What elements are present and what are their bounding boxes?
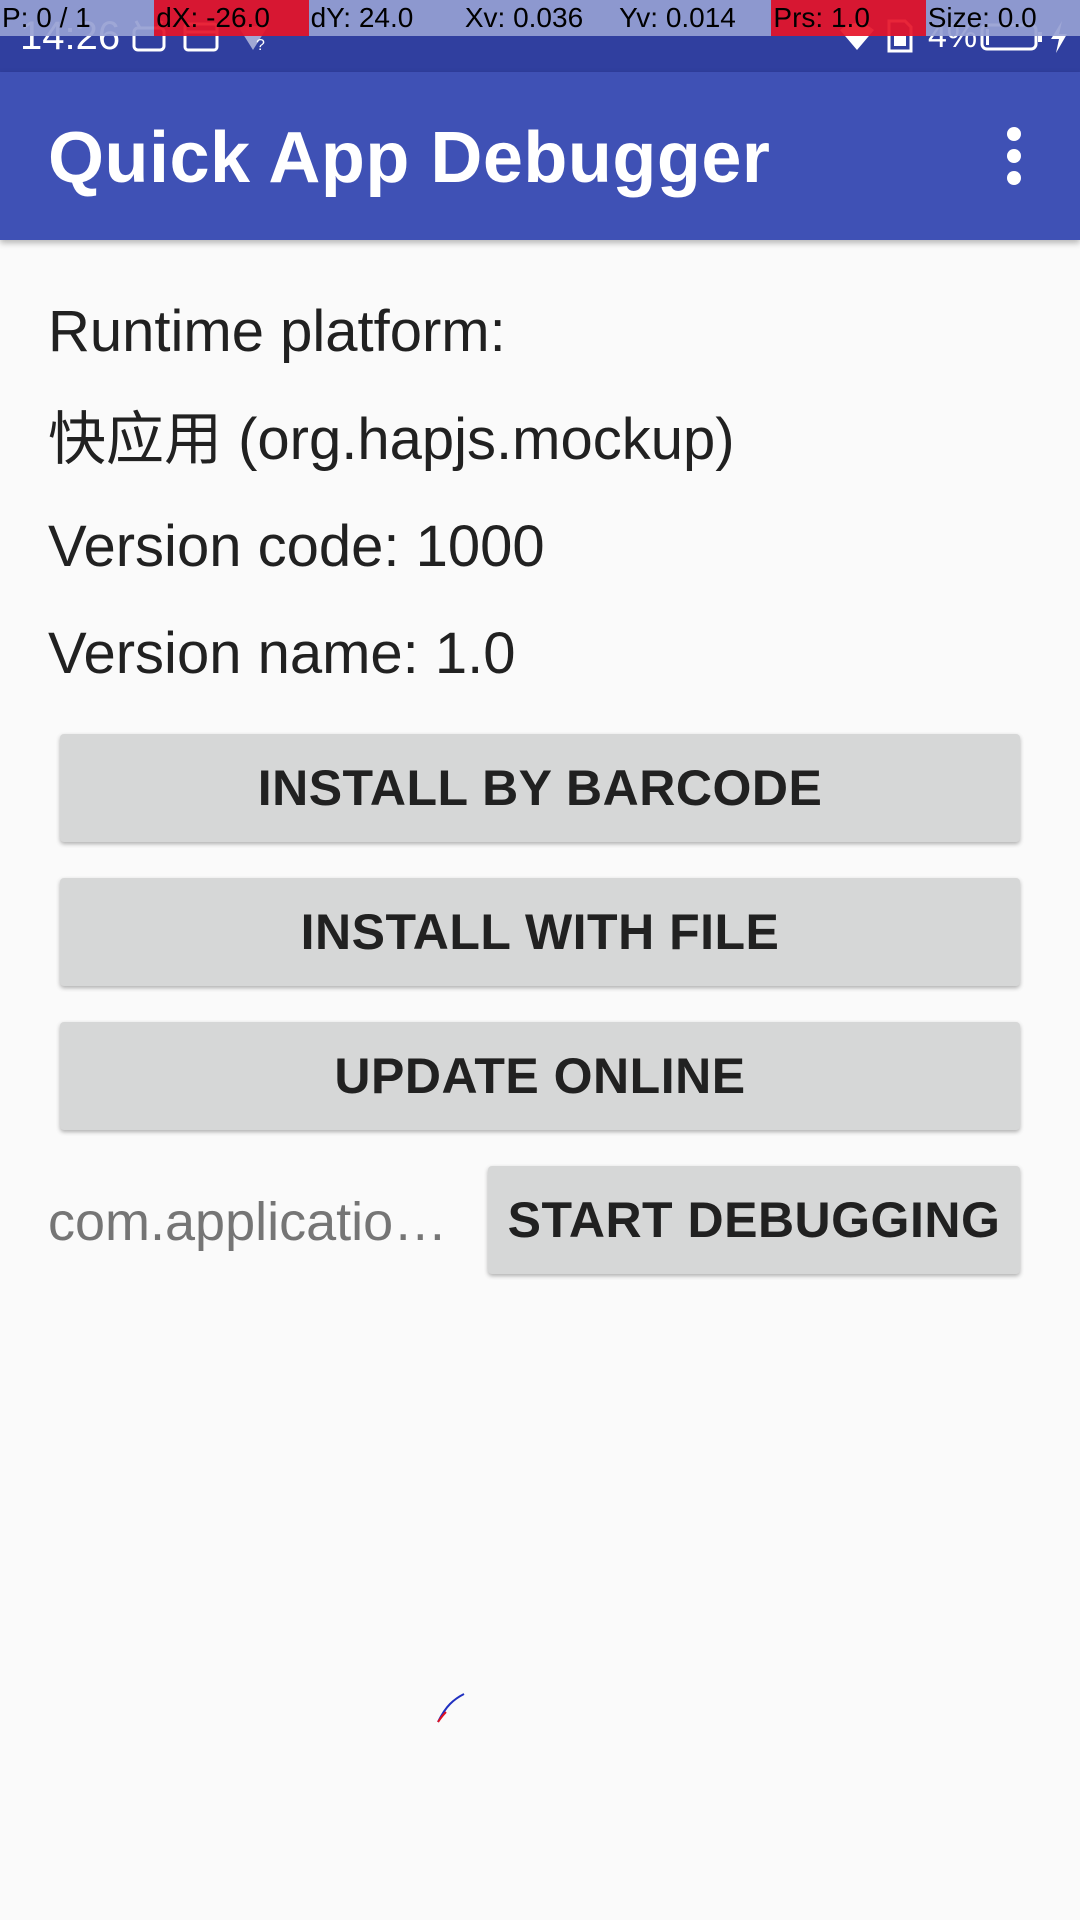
app-title: Quick App Debugger [48, 118, 771, 198]
overlay-dx: dX: -26.0 [154, 0, 309, 36]
start-debugging-button[interactable]: START DEBUGGING [488, 1166, 1020, 1274]
update-online-button[interactable]: UPDATE ONLINE [60, 1022, 1020, 1130]
pointer-location-overlay: P: 0 / 1 dX: -26.0 dY: 24.0 Xv: 0.036 Yv… [0, 0, 1080, 36]
version-code: Version code: 1000 [48, 514, 545, 579]
overlay-pressure: Prs: 1.0 [771, 0, 926, 36]
overlay-pointer-count: P: 0 / 1 [0, 0, 155, 36]
svg-text:?: ? [256, 37, 265, 54]
overlay-size: Size: 0.0 [925, 0, 1080, 36]
package-name-field[interactable]: com.application.demo [48, 1188, 448, 1256]
touch-trace [430, 1690, 470, 1726]
install-with-file-button[interactable]: INSTALL WITH FILE [60, 878, 1020, 986]
app-bar: Quick App Debugger [0, 72, 1080, 240]
runtime-platform-label: Runtime platform: [48, 299, 506, 364]
version-name: Version name: 1.0 [48, 621, 516, 686]
overlay-xv: Xv: 0.036 [462, 0, 618, 36]
overlay-dy: dY: 24.0 [308, 0, 463, 36]
overflow-menu-icon[interactable] [980, 120, 1048, 192]
install-by-barcode-button[interactable]: INSTALL BY BARCODE [60, 734, 1020, 842]
overlay-yv: Yv: 0.014 [617, 0, 772, 36]
runtime-platform-value: 快应用 (org.hapjs.mockup) [48, 407, 735, 472]
